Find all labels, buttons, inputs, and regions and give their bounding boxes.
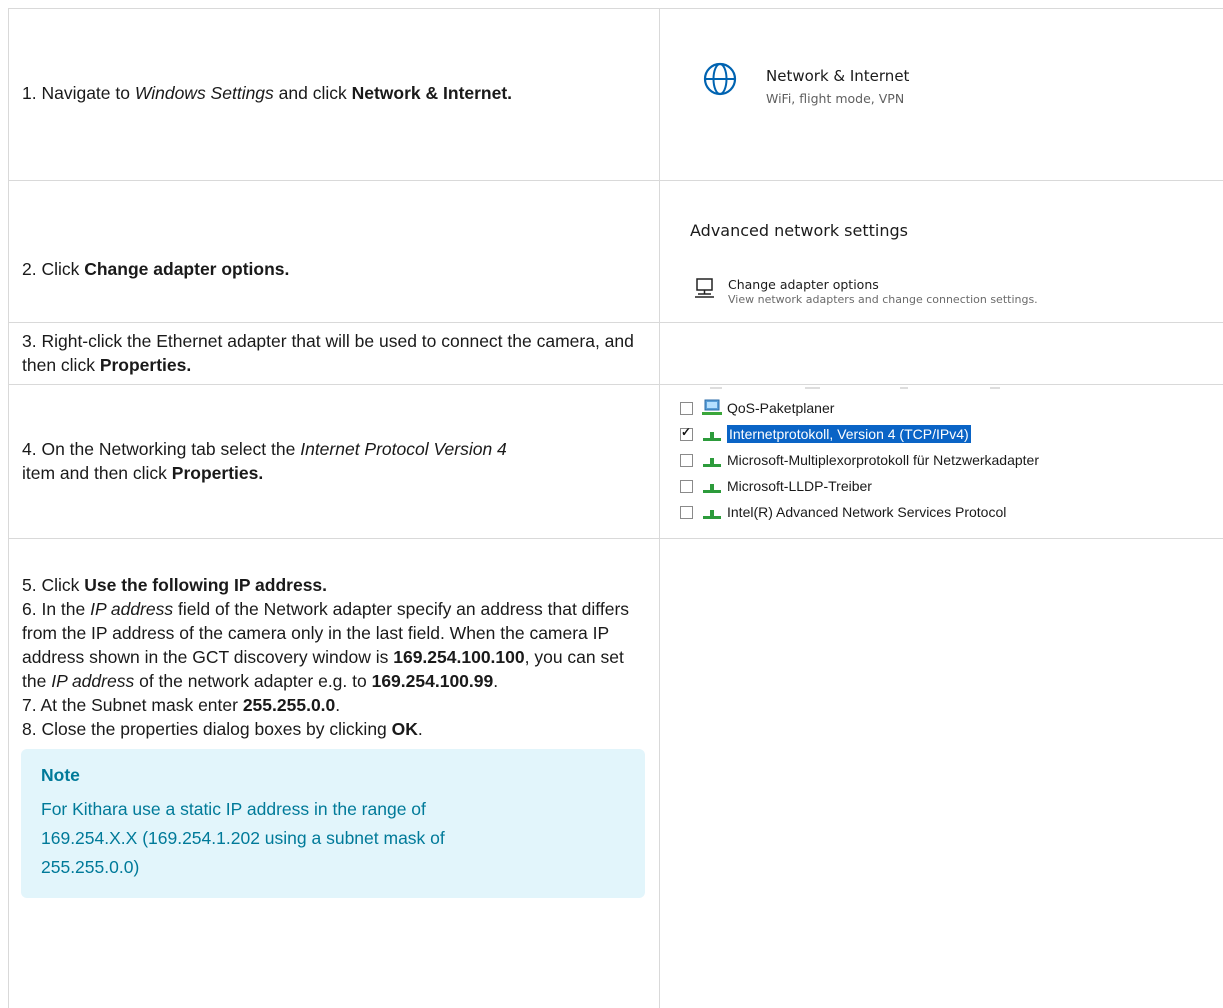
globe-icon — [703, 62, 737, 96]
step-6-ip2: 169.254.100.99 — [371, 671, 494, 691]
settings-tile-title[interactable]: Network & Internet — [766, 67, 909, 85]
step-4-mid: item and then click — [22, 462, 172, 483]
step-2-pre: 2. Click — [22, 258, 85, 279]
protocol-item-ipv4[interactable]: Internetprotokoll, Version 4 (TCP/IPv4) — [680, 421, 1039, 447]
protocol-item-multiplexor[interactable]: Microsoft-Multiplexorprotokoll für Netzw… — [680, 447, 1039, 473]
steps-5-8-text: 5. Click Use the following IP address. 6… — [8, 539, 660, 1008]
step-1-bold: Network & Internet. — [351, 82, 513, 103]
note-callout: Note For Kithara use a static IP address… — [21, 749, 645, 898]
step-4-text: 4. On the Networking tab select the Inte… — [8, 385, 660, 538]
protocol-item-lldp[interactable]: Microsoft-LLDP-Treiber — [680, 473, 1039, 499]
step-6-d: of the network adapter e.g. to — [134, 671, 372, 691]
protocol-label: QoS-Paketplaner — [727, 400, 835, 416]
settings-screenshot: Network & Internet WiFi, flight mode, VP… — [660, 9, 1223, 180]
change-adapter-options-subtitle: View network adapters and change connect… — [728, 293, 1038, 306]
note-title: Note — [41, 765, 80, 785]
step-6-e: . — [493, 671, 499, 691]
step-5-bold: Use the following IP address. — [84, 575, 328, 595]
step-7-pre: 7. At the Subnet mask enter — [22, 695, 243, 715]
step-7-post: . — [335, 695, 341, 715]
step-row-2: 2. Click Change adapter options. Advance… — [8, 180, 1223, 322]
protocol-label: Microsoft-LLDP-Treiber — [727, 478, 872, 494]
step-2-text: 2. Click Change adapter options. — [8, 181, 660, 322]
step-4-bold: Properties. — [171, 462, 264, 483]
step-row-5: 5. Click Use the following IP address. 6… — [8, 538, 1223, 1008]
step-6-a: 6. In the — [22, 599, 91, 619]
step-1-mid: and click — [273, 82, 352, 103]
step-6: 6. In the IP address field of the Networ… — [22, 597, 645, 693]
step-4-pre: 4. On the Networking tab select the — [22, 438, 301, 459]
protocol-item-qos[interactable]: QoS-Paketplaner — [680, 395, 1039, 421]
step-row-1: 1. Navigate to Windows Settings and clic… — [8, 8, 1223, 180]
step-8-pre: 8. Close the properties dialog boxes by … — [22, 719, 392, 739]
protocol-checkbox[interactable] — [680, 401, 693, 415]
protocol-icon — [703, 510, 721, 519]
protocol-checkbox-checked[interactable] — [680, 425, 693, 441]
step-8-post: . — [417, 719, 423, 739]
step-6-em2: IP address — [51, 671, 135, 691]
step-5: 5. Click Use the following IP address. — [22, 573, 645, 597]
step-6-em1: IP address — [90, 599, 174, 619]
settings-tile-subtitle: WiFi, flight mode, VPN — [766, 91, 905, 106]
step-1-text: 1. Navigate to Windows Settings and clic… — [8, 9, 660, 180]
empty-cell — [660, 539, 1223, 1008]
step-1-em: Windows Settings — [134, 82, 274, 103]
network-adapter-icon — [695, 278, 714, 298]
step-5-pre: 5. Click — [22, 575, 85, 595]
protocol-label: Microsoft-Multiplexorprotokoll für Netzw… — [727, 452, 1039, 468]
step-row-3: 3. Right-click the Ethernet adapter that… — [8, 322, 1223, 384]
protocol-label-selected: Internetprotokoll, Version 4 (TCP/IPv4) — [727, 425, 971, 443]
qos-icon — [702, 399, 722, 415]
advanced-settings-screenshot: Advanced network settings Change adapter… — [660, 181, 1223, 322]
step-row-4: 4. On the Networking tab select the Inte… — [8, 384, 1223, 538]
protocol-list: QoS-Paketplaner Internetprotokoll, Versi… — [680, 395, 1039, 525]
note-body: For Kithara use a static IP address in t… — [41, 799, 445, 877]
step-8: 8. Close the properties dialog boxes by … — [22, 717, 645, 741]
protocol-icon — [703, 432, 721, 441]
change-adapter-options-link[interactable]: Change adapter options — [728, 277, 879, 292]
protocol-item-intel[interactable]: Intel(R) Advanced Network Services Proto… — [680, 499, 1039, 525]
protocol-label: Intel(R) Advanced Network Services Proto… — [727, 504, 1007, 520]
advanced-heading: Advanced network settings — [690, 221, 908, 240]
protocol-checkbox[interactable] — [680, 505, 693, 519]
protocol-checkbox[interactable] — [680, 479, 693, 493]
step-7-bold: 255.255.0.0 — [242, 695, 336, 715]
instructions-table: 1. Navigate to Windows Settings and clic… — [8, 8, 1223, 1008]
step-6-ip1: 169.254.100.100 — [393, 647, 525, 667]
step-2-bold: Change adapter options. — [84, 258, 290, 279]
step-1-pre: 1. Navigate to — [22, 82, 135, 103]
protocol-icon — [703, 484, 721, 493]
protocol-checkbox[interactable] — [680, 453, 693, 467]
step-4-em: Internet Protocol Version 4 — [300, 438, 507, 459]
step-3-bold: Properties. — [99, 355, 192, 375]
step-7: 7. At the Subnet mask enter 255.255.0.0. — [22, 693, 645, 717]
cropped-border — [710, 387, 1000, 389]
protocol-icon — [703, 458, 721, 467]
protocol-list-screenshot: QoS-Paketplaner Internetprotokoll, Versi… — [660, 385, 1223, 538]
empty-cell — [660, 323, 1223, 384]
step-8-bold: OK — [391, 719, 418, 739]
step-3-text: 3. Right-click the Ethernet adapter that… — [8, 323, 660, 384]
